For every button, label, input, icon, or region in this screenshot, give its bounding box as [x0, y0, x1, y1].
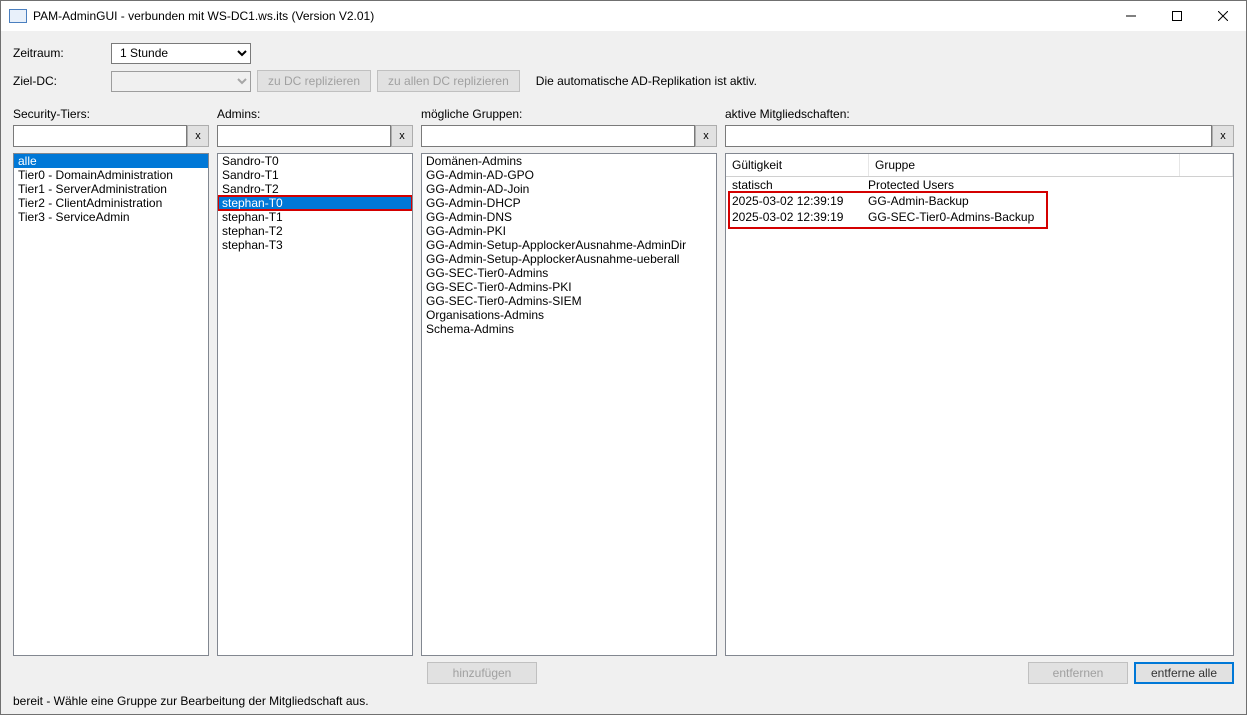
- header-admins: Admins:: [217, 107, 421, 121]
- filter-admins-clear[interactable]: x: [391, 125, 413, 147]
- filter-groups: x: [421, 125, 717, 147]
- filter-admins-input[interactable]: [217, 125, 391, 147]
- minimize-button[interactable]: [1108, 1, 1154, 31]
- status-text: bereit - Wähle eine Gruppe zur Bearbeitu…: [13, 694, 1234, 708]
- filter-groups-clear[interactable]: x: [695, 125, 717, 147]
- app-icon: [9, 9, 27, 23]
- admin-item[interactable]: stephan-T2: [218, 224, 412, 238]
- memberships-header: Gültigkeit Gruppe: [726, 154, 1233, 177]
- col-header-spacer: [1180, 154, 1233, 176]
- tier-item[interactable]: Tier2 - ClientAdministration: [14, 196, 208, 210]
- admin-item[interactable]: Sandro-T2: [218, 182, 412, 196]
- remove-button: entfernen: [1028, 662, 1128, 684]
- filter-tiers-clear[interactable]: x: [187, 125, 209, 147]
- tier-item[interactable]: alle: [14, 154, 208, 168]
- header-tiers: Security-Tiers:: [13, 107, 217, 121]
- group-item[interactable]: GG-Admin-PKI: [422, 224, 716, 238]
- label-zieldc: Ziel-DC:: [13, 74, 111, 88]
- cell-group: Protected Users: [862, 177, 1233, 193]
- tiers-list[interactable]: alleTier0 - DomainAdministrationTier1 - …: [13, 153, 209, 656]
- replicate-dc-button: zu DC replizieren: [257, 70, 371, 92]
- group-item[interactable]: Domänen-Admins: [422, 154, 716, 168]
- admin-item[interactable]: stephan-T3: [218, 238, 412, 252]
- cell-validity: 2025-03-02 12:39:19: [726, 209, 862, 225]
- group-item[interactable]: GG-SEC-Tier0-Admins-PKI: [422, 280, 716, 294]
- group-item[interactable]: GG-Admin-DHCP: [422, 196, 716, 210]
- group-item[interactable]: GG-Admin-DNS: [422, 210, 716, 224]
- header-groups: mögliche Gruppen:: [421, 107, 725, 121]
- group-item[interactable]: GG-Admin-Setup-ApplockerAusnahme-ueberal…: [422, 252, 716, 266]
- tier-item[interactable]: Tier1 - ServerAdministration: [14, 182, 208, 196]
- row-zeitraum: Zeitraum: 1 Stunde: [13, 41, 1234, 65]
- col-header-validity[interactable]: Gültigkeit: [726, 154, 869, 176]
- cell-validity: 2025-03-02 12:39:19: [726, 193, 862, 209]
- cell-validity: statisch: [726, 177, 862, 193]
- window-controls: [1108, 1, 1246, 31]
- groups-list[interactable]: Domänen-AdminsGG-Admin-AD-GPOGG-Admin-AD…: [421, 153, 717, 656]
- filter-tiers-input[interactable]: [13, 125, 187, 147]
- app-window: PAM-AdminGUI - verbunden mit WS-DC1.ws.i…: [0, 0, 1247, 715]
- admin-item[interactable]: stephan-T1: [218, 210, 412, 224]
- col-header-group[interactable]: Gruppe: [869, 154, 1180, 176]
- admins-list[interactable]: Sandro-T0Sandro-T1Sandro-T2stephan-T0ste…: [217, 153, 413, 656]
- tier-item[interactable]: Tier0 - DomainAdministration: [14, 168, 208, 182]
- cell-group: GG-SEC-Tier0-Admins-Backup: [862, 209, 1233, 225]
- group-item[interactable]: GG-SEC-Tier0-Admins: [422, 266, 716, 280]
- zeitraum-select[interactable]: 1 Stunde: [111, 43, 251, 64]
- minimize-icon: [1126, 11, 1136, 21]
- zieldc-select: [111, 71, 251, 92]
- group-item[interactable]: GG-SEC-Tier0-Admins-SIEM: [422, 294, 716, 308]
- admin-item[interactable]: stephan-T0: [218, 196, 412, 210]
- cell-group: GG-Admin-Backup: [862, 193, 1233, 209]
- filter-memberships-clear[interactable]: x: [1212, 125, 1234, 147]
- filter-groups-input[interactable]: [421, 125, 695, 147]
- filter-row: x x x x: [13, 125, 1234, 147]
- add-button: hinzufügen: [427, 662, 537, 684]
- membership-row[interactable]: statischProtected Users: [726, 177, 1233, 193]
- header-memberships: aktive Mitgliedschaften:: [725, 107, 1234, 121]
- group-item[interactable]: Schema-Admins: [422, 322, 716, 336]
- column-headers: Security-Tiers: Admins: mögliche Gruppen…: [13, 107, 1234, 121]
- group-item[interactable]: GG-Admin-AD-GPO: [422, 168, 716, 182]
- admin-item[interactable]: Sandro-T0: [218, 154, 412, 168]
- bottom-buttons: hinzufügen entfernen entferne alle: [13, 662, 1234, 684]
- client-area: Zeitraum: 1 Stunde Ziel-DC: zu DC repliz…: [1, 31, 1246, 714]
- close-icon: [1218, 11, 1228, 21]
- filter-admins: x: [217, 125, 413, 147]
- memberships-grid[interactable]: Gültigkeit Gruppe statischProtected User…: [725, 153, 1234, 656]
- maximize-icon: [1172, 11, 1182, 21]
- group-item[interactable]: GG-Admin-Setup-ApplockerAusnahme-AdminDi…: [422, 238, 716, 252]
- filter-memberships-input[interactable]: [725, 125, 1212, 147]
- label-zeitraum: Zeitraum:: [13, 46, 111, 60]
- replicate-all-button: zu allen DC replizieren: [377, 70, 520, 92]
- group-item[interactable]: Organisations-Admins: [422, 308, 716, 322]
- lists-row: alleTier0 - DomainAdministrationTier1 - …: [13, 153, 1234, 656]
- admin-item[interactable]: Sandro-T1: [218, 168, 412, 182]
- close-button[interactable]: [1200, 1, 1246, 31]
- membership-row[interactable]: 2025-03-02 12:39:19GG-SEC-Tier0-Admins-B…: [726, 209, 1233, 225]
- filter-tiers: x: [13, 125, 209, 147]
- titlebar: PAM-AdminGUI - verbunden mit WS-DC1.ws.i…: [1, 1, 1246, 31]
- window-title: PAM-AdminGUI - verbunden mit WS-DC1.ws.i…: [33, 9, 1108, 23]
- filter-memberships: x: [725, 125, 1234, 147]
- replication-info: Die automatische AD-Replikation ist akti…: [536, 74, 757, 88]
- group-item[interactable]: GG-Admin-AD-Join: [422, 182, 716, 196]
- row-zieldc: Ziel-DC: zu DC replizieren zu allen DC r…: [13, 69, 1234, 93]
- tier-item[interactable]: Tier3 - ServiceAdmin: [14, 210, 208, 224]
- maximize-button[interactable]: [1154, 1, 1200, 31]
- remove-all-button[interactable]: entferne alle: [1134, 662, 1234, 684]
- memberships-body[interactable]: statischProtected Users2025-03-02 12:39:…: [726, 177, 1233, 655]
- membership-row[interactable]: 2025-03-02 12:39:19GG-Admin-Backup: [726, 193, 1233, 209]
